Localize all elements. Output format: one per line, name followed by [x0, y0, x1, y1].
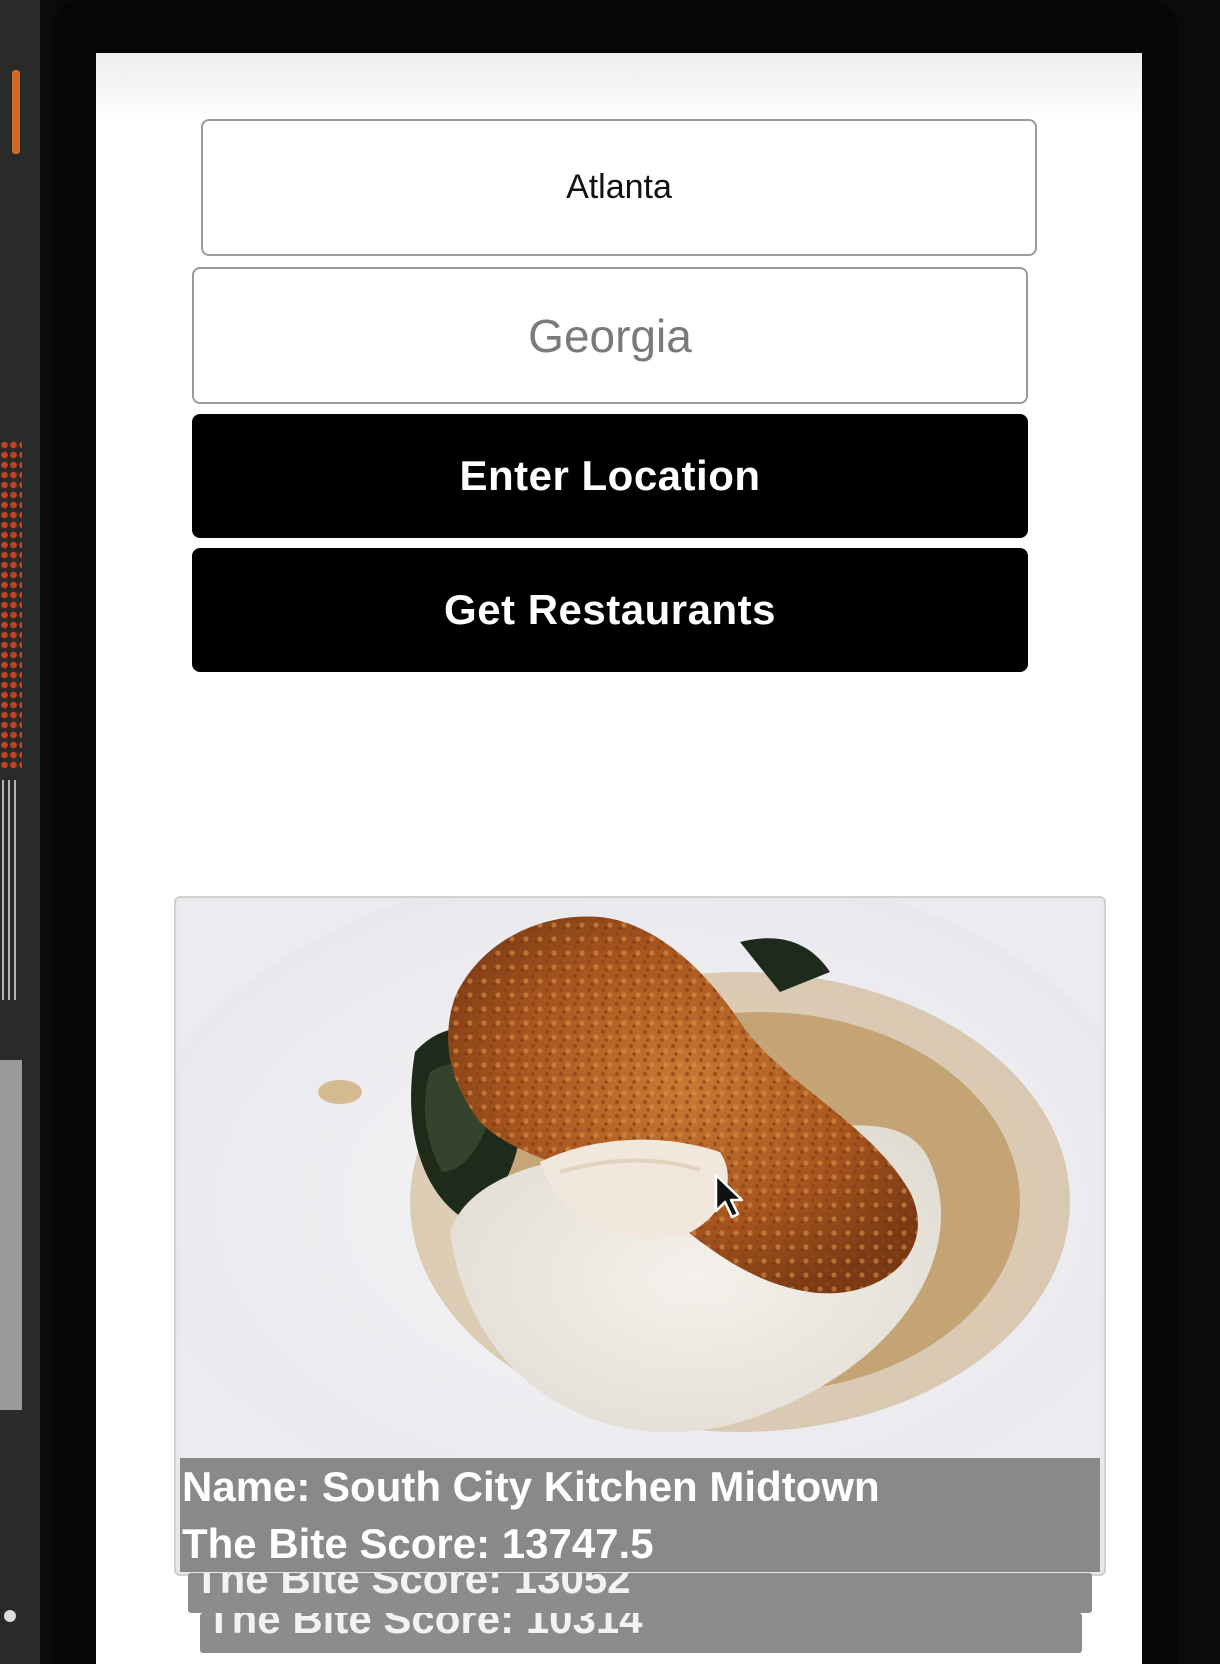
desktop-background-strip [0, 0, 40, 1664]
state-input[interactable]: Georgia [192, 267, 1028, 404]
get-restaurants-button[interactable]: Get Restaurants [192, 548, 1028, 672]
city-input[interactable]: Atlanta [201, 119, 1037, 256]
restaurant-card[interactable]: Name: South City Kitchen Midtown The Bit… [174, 896, 1106, 1576]
restaurant-name: Name: South City Kitchen Midtown [182, 1463, 880, 1510]
restaurant-score: The Bite Score: 10314 [206, 1613, 643, 1642]
restaurant-card[interactable]: The Bite Score: 10314 [200, 1613, 1082, 1653]
desktop-panel [0, 1060, 22, 1410]
city-input-value: Atlanta [566, 168, 672, 206]
restaurant-score: The Bite Score: 13052 [194, 1573, 631, 1602]
get-restaurants-label: Get Restaurants [444, 586, 776, 633]
restaurant-score: The Bite Score: 13747.5 [182, 1520, 654, 1567]
desktop: Atlanta Georgia Enter Location Get Resta… [0, 0, 1220, 1664]
restaurant-card[interactable]: The Bite Score: 13052 [188, 1573, 1092, 1613]
enter-location-button[interactable]: Enter Location [192, 414, 1028, 538]
restaurant-caption: Name: South City Kitchen Midtown The Bit… [180, 1458, 1100, 1572]
desktop-dot-pattern [0, 440, 22, 770]
desktop-stripe-pattern [2, 780, 20, 1000]
mouse-pointer-icon [714, 1173, 744, 1219]
restaurant-photo [180, 902, 1100, 1458]
status-area [96, 53, 1142, 123]
desktop-accent-mark [12, 70, 20, 154]
desktop-dot [4, 1610, 16, 1622]
state-input-placeholder: Georgia [528, 309, 692, 362]
enter-location-label: Enter Location [459, 452, 761, 499]
app-screen: Atlanta Georgia Enter Location Get Resta… [96, 53, 1142, 1664]
